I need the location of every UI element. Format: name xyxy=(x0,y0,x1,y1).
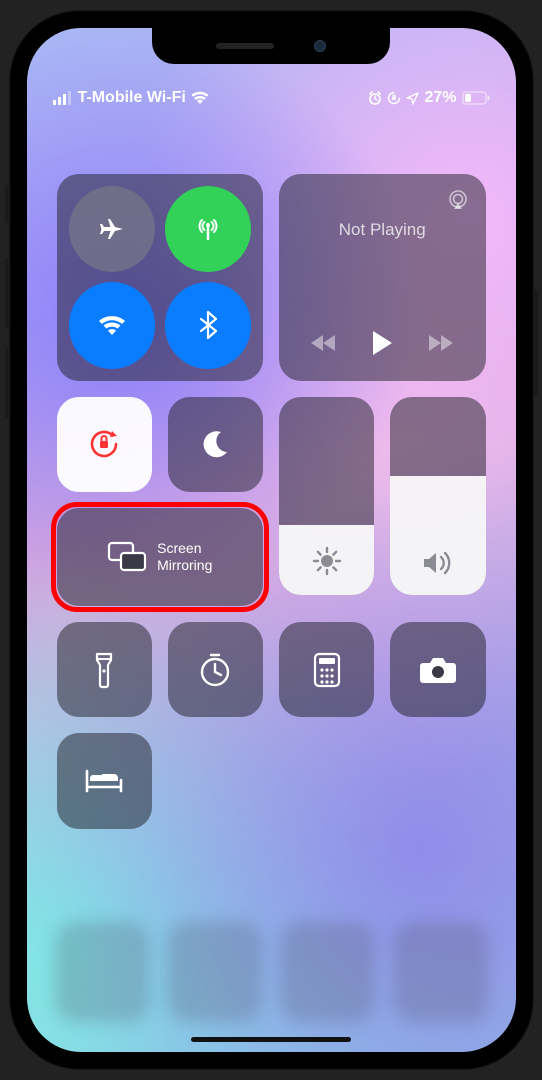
side-button xyxy=(533,290,538,395)
battery-icon xyxy=(462,91,490,105)
location-icon xyxy=(406,92,419,105)
dock-blurred xyxy=(27,922,516,1022)
volume-icon xyxy=(421,549,455,577)
screen-mirroring-label: Screen Mirroring xyxy=(157,540,212,574)
control-center: Not Playing xyxy=(27,28,516,1052)
brightness-icon xyxy=(311,545,343,577)
orientation-lock-icon xyxy=(85,425,123,463)
timer-button[interactable] xyxy=(168,622,263,717)
previous-track-button[interactable] xyxy=(310,333,338,353)
front-camera xyxy=(314,40,326,52)
camera-button[interactable] xyxy=(390,622,485,717)
play-button[interactable] xyxy=(370,329,394,357)
connectivity-group[interactable] xyxy=(57,174,264,381)
sleep-button[interactable] xyxy=(57,733,152,828)
flashlight-button[interactable] xyxy=(57,622,152,717)
battery-percent-label: 27% xyxy=(424,89,456,107)
wifi-icon xyxy=(96,312,128,338)
media-controls-group[interactable]: Not Playing xyxy=(279,174,486,381)
screen-mirroring-icon xyxy=(107,541,147,573)
earpiece-speaker xyxy=(216,43,274,49)
screen-mirroring-button[interactable]: Screen Mirroring xyxy=(57,508,264,606)
wifi-icon xyxy=(191,91,209,105)
home-indicator[interactable] xyxy=(191,1037,351,1042)
volume-down-button xyxy=(5,348,10,418)
orientation-lock-button[interactable] xyxy=(57,397,152,492)
bed-icon xyxy=(84,767,124,795)
antenna-icon xyxy=(193,214,223,244)
airplay-audio-icon[interactable] xyxy=(446,188,470,212)
alarm-icon xyxy=(368,91,382,105)
cellular-signal-icon xyxy=(53,91,73,105)
wifi-button[interactable] xyxy=(69,282,155,368)
notch xyxy=(152,28,390,64)
orientation-lock-icon xyxy=(387,91,401,105)
mute-switch xyxy=(5,185,10,223)
airplane-mode-button[interactable] xyxy=(69,186,155,272)
flashlight-icon xyxy=(93,651,115,689)
timer-icon xyxy=(197,652,233,688)
calculator-button[interactable] xyxy=(279,622,374,717)
volume-up-button xyxy=(5,258,10,328)
calculator-icon xyxy=(313,652,341,688)
carrier-label: T-Mobile Wi-Fi xyxy=(78,89,186,107)
volume-fill xyxy=(390,476,485,595)
moon-icon xyxy=(199,428,231,460)
screen: T-Mobile Wi-Fi 27% xyxy=(27,28,516,1052)
now-playing-label: Not Playing xyxy=(297,220,468,240)
cellular-data-button[interactable] xyxy=(165,186,251,272)
phone-frame: T-Mobile Wi-Fi 27% xyxy=(9,10,534,1070)
brightness-slider[interactable] xyxy=(279,397,374,595)
bluetooth-icon xyxy=(198,310,218,340)
airplane-icon xyxy=(97,214,127,244)
camera-icon xyxy=(419,655,457,685)
do-not-disturb-button[interactable] xyxy=(168,397,263,492)
next-track-button[interactable] xyxy=(426,333,454,353)
bluetooth-button[interactable] xyxy=(165,282,251,368)
volume-slider[interactable] xyxy=(390,397,485,595)
